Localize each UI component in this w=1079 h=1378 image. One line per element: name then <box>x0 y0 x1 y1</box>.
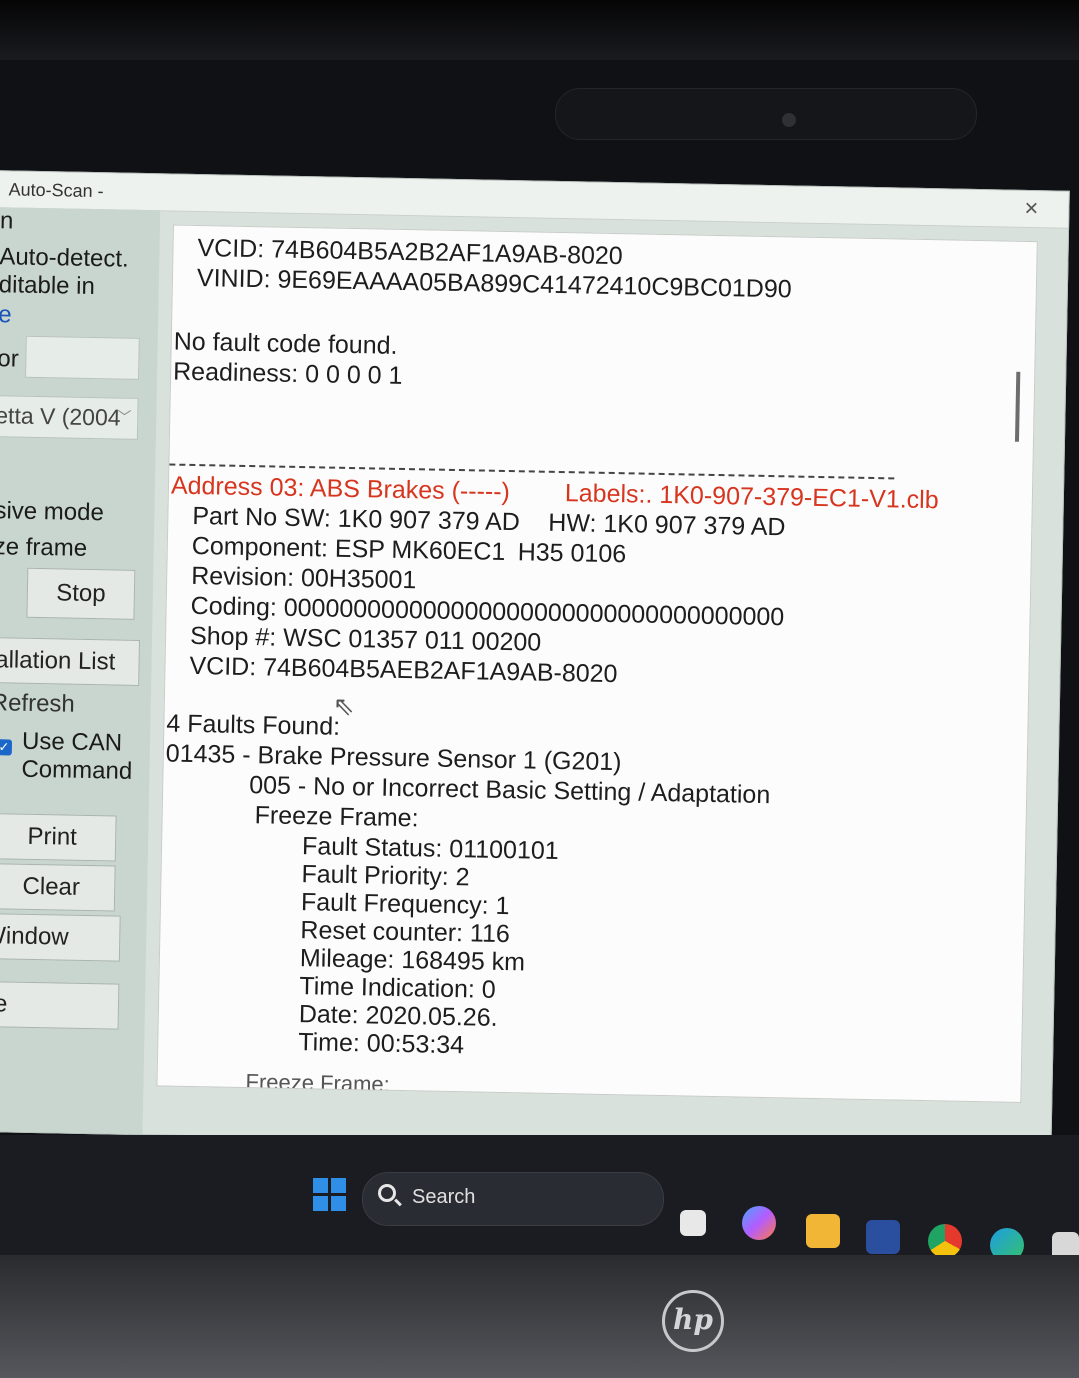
use-can-label-line1: Use CAN <box>21 727 123 757</box>
or-input[interactable] <box>25 335 140 380</box>
fault-priority-line: Fault Priority: 2 <box>301 860 470 892</box>
laptop-bezel-top <box>0 0 1079 60</box>
vehicle-select-value: etta V (2004 <box>0 402 121 431</box>
scan-log-textbox[interactable]: VCID: 74B604B5A2B2AF1A9AB-8020 VINID: 9E… <box>156 224 1038 1103</box>
file-explorer-icon[interactable] <box>806 1214 840 1248</box>
vertical-scrollbar[interactable] <box>1014 371 1021 442</box>
sive-mode-label: sive mode <box>0 497 105 527</box>
faults-found-line: 4 Faults Found: <box>166 709 341 741</box>
mouse-cursor-icon: ⇖ <box>332 690 355 722</box>
or-label: or <box>0 345 19 373</box>
taskbar-search-box[interactable] <box>362 1172 664 1226</box>
auto-detect-label: Auto-detect. <box>0 243 129 273</box>
no-fault-line: No fault code found. <box>173 327 398 360</box>
camera-bar <box>555 88 977 140</box>
refresh-link[interactable]: Refresh <box>0 689 75 719</box>
left-text-1: n <box>0 207 14 235</box>
left-text-4: e <box>0 301 12 329</box>
editable-label: ditable in <box>0 271 96 301</box>
copilot-icon[interactable] <box>742 1206 776 1240</box>
vinid-line: VINID: 9E69EAAAA05BA899C41472410C9BC01D9… <box>196 263 792 304</box>
webcam-icon <box>782 113 796 127</box>
window-button[interactable]: Window <box>0 912 121 962</box>
microsoft-store-icon[interactable] <box>866 1220 900 1254</box>
revision-line: Revision: 00H35001 <box>190 561 417 595</box>
freeze-frame-line-2: Freeze Frame: <box>245 1069 391 1097</box>
auto-scan-window: Auto-Scan - × n Auto-detect. ditable in … <box>0 170 1070 1153</box>
time-line: Time: 00:53:34 <box>298 1028 465 1060</box>
laptop-chassis <box>0 1255 1079 1378</box>
close-button[interactable]: se <box>0 980 120 1030</box>
search-placeholder: Search <box>412 1186 476 1208</box>
chrome-icon[interactable] <box>928 1224 962 1258</box>
freeze-frame-label: ze frame <box>0 533 88 562</box>
left-control-panel: n Auto-detect. ditable in e or etta V (2… <box>0 207 161 1135</box>
chevron-down-icon: ﹀ <box>117 408 132 425</box>
component-line: Component: ESP MK60EC1 <box>191 531 506 566</box>
use-can-label-line2: Command <box>21 755 133 785</box>
use-can-checkbox[interactable]: ✓ <box>0 739 13 756</box>
clear-button[interactable]: Clear <box>0 863 116 912</box>
vehicle-select[interactable]: etta V (2004 ﹀ <box>0 394 139 440</box>
print-button[interactable]: Print <box>0 813 117 862</box>
freeze-frame-line: Freeze Frame: <box>254 801 419 833</box>
windows-start-icon[interactable] <box>313 1178 347 1212</box>
hw-line: HW: 1K0 907 379 AD <box>548 508 786 542</box>
component-version: H35 0106 <box>517 538 627 569</box>
readiness-line: Readiness: 0 0 0 0 1 <box>172 357 403 390</box>
task-view-icon[interactable] <box>680 1210 706 1236</box>
search-icon <box>378 1184 396 1202</box>
window-title: Auto-Scan - <box>8 179 104 202</box>
stop-button[interactable]: Stop <box>26 567 136 620</box>
hp-logo: hp <box>662 1290 724 1352</box>
fault-code-line: 01435 - Brake Pressure Sensor 1 (G201) <box>165 739 622 777</box>
close-window-button[interactable]: × <box>1016 195 1047 224</box>
installation-list-button[interactable]: tallation List <box>0 636 141 686</box>
vcid-line-2: VCID: 74B604B5AEB2AF1A9AB-8020 <box>189 651 618 689</box>
